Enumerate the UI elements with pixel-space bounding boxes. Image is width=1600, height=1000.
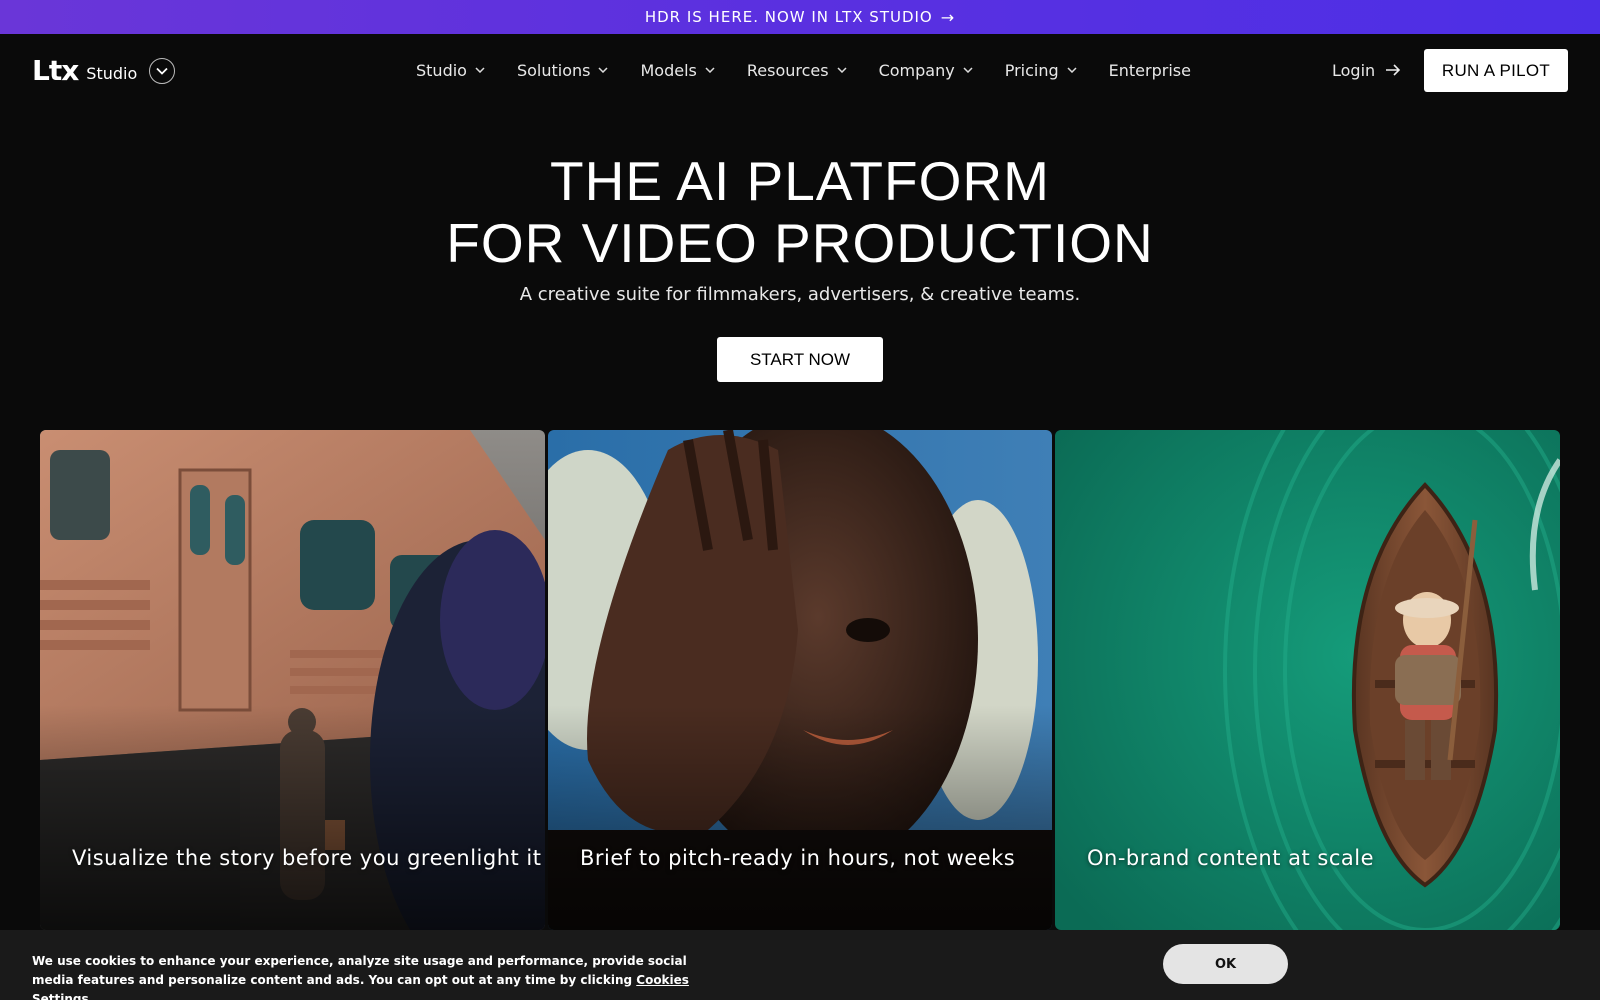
feature-card-storyboard[interactable]: Visualize the story before you greenligh… [40, 430, 545, 930]
nav-item-label: Models [640, 60, 697, 80]
chevron-down-icon [705, 67, 715, 73]
card-caption: Visualize the story before you greenligh… [72, 846, 542, 870]
nav-item-models[interactable]: Models [640, 60, 715, 80]
arrow-right-icon: → [940, 7, 956, 27]
chevron-down-icon[interactable] [149, 57, 176, 84]
nav-item-label: Studio [416, 60, 467, 80]
hero-title-line-1: THE AI PLATFORM [550, 150, 1050, 212]
logo-product-name: Studio [86, 64, 138, 83]
cookie-message-text: We use cookies to enhance your experienc… [32, 954, 687, 987]
chevron-down-icon [1067, 67, 1077, 73]
cookie-banner: We use cookies to enhance your experienc… [0, 930, 1600, 1000]
hero-subtitle: A creative suite for filmmakers, adverti… [519, 284, 1081, 305]
nav-item-enterprise[interactable]: Enterprise [1109, 61, 1191, 80]
hero-title: THE AI PLATFORM FOR VIDEO PRODUCTION [0, 150, 1600, 274]
chevron-down-icon [963, 67, 973, 73]
nav-menu: Studio Solutions Models Resources Compan… [416, 34, 1223, 106]
cookie-ok-button[interactable]: OK [1163, 944, 1288, 984]
cookie-message: We use cookies to enhance your experienc… [32, 952, 692, 1000]
chevron-down-icon [598, 67, 609, 73]
chevron-down-icon [475, 67, 485, 73]
ltx-logo: Ltx [32, 54, 79, 87]
nav-item-pricing[interactable]: Pricing [1005, 61, 1077, 80]
nav-item-label: Resources [746, 60, 829, 80]
run-a-pilot-button[interactable]: RUN A PILOT [1424, 49, 1568, 92]
nav-item-solutions[interactable]: Solutions [517, 61, 609, 80]
announcement-text: HDR IS HERE. NOW IN LTX STUDIO [644, 8, 933, 26]
nav-item-label: Solutions [516, 60, 591, 80]
announcement-bar[interactable]: HDR IS HERE. NOW IN LTX STUDIO → [0, 0, 1600, 34]
arrow-right-icon [1385, 64, 1401, 76]
hero-title-line-2: FOR VIDEO PRODUCTION [446, 212, 1154, 274]
nav-item-label: Company [878, 60, 955, 80]
nav-item-studio[interactable]: Studio [416, 61, 485, 80]
start-now-button[interactable]: START NOW [717, 337, 883, 382]
nav-item-label: Pricing [1004, 60, 1059, 80]
login-label: Login [1332, 60, 1376, 80]
nav-item-label: Enterprise [1108, 60, 1191, 80]
card-caption: Brief to pitch-ready in hours, not weeks [580, 846, 1016, 870]
chevron-down-icon [837, 67, 847, 73]
card-caption: On-brand content at scale [1087, 846, 1375, 870]
login-link[interactable]: Login [1332, 34, 1401, 106]
top-nav: Ltx Studio Studio Solutions Models Resou… [0, 34, 1600, 106]
logo[interactable]: Ltx Studio [32, 54, 176, 87]
nav-item-resources[interactable]: Resources [747, 61, 847, 80]
nav-item-company[interactable]: Company [879, 61, 973, 80]
feature-card-brand[interactable]: On-brand content at scale [1055, 430, 1560, 930]
feature-card-pitch[interactable]: Brief to pitch-ready in hours, not weeks [548, 430, 1052, 930]
